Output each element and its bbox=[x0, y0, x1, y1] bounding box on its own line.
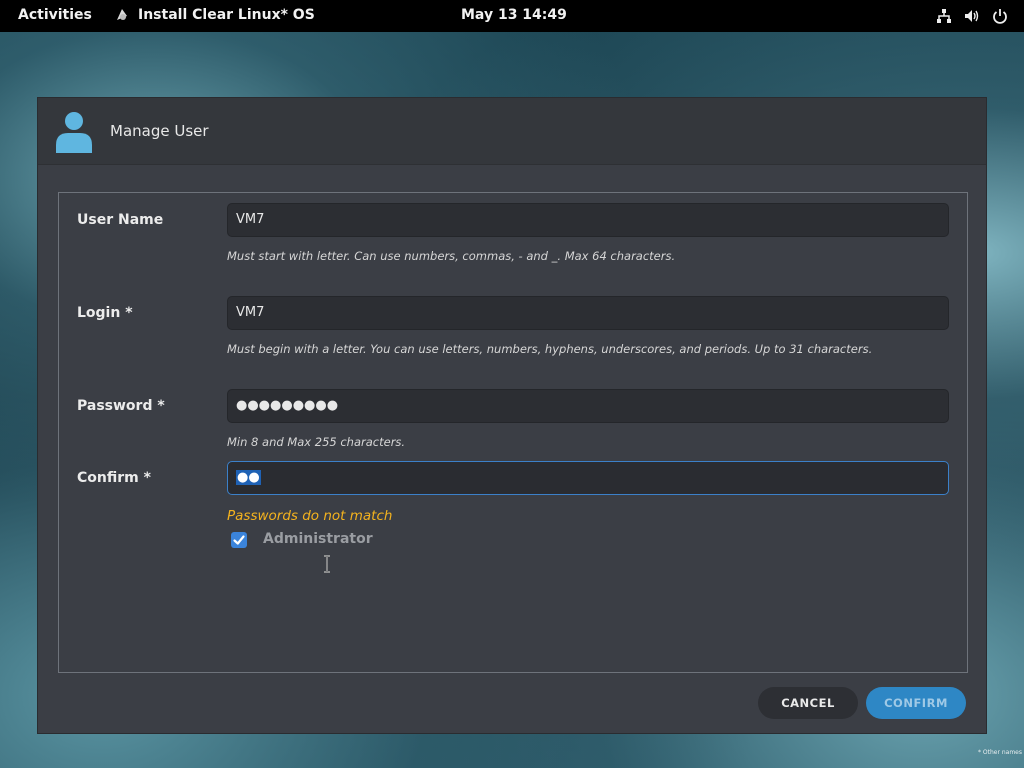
volume-icon[interactable] bbox=[964, 8, 980, 24]
confirm-label: Confirm * bbox=[77, 470, 151, 486]
system-tray[interactable] bbox=[936, 8, 1008, 24]
password-input[interactable]: ●●●●●●●●● bbox=[227, 389, 949, 423]
dialog-header: Manage User bbox=[38, 98, 986, 165]
login-label: Login * bbox=[77, 305, 133, 321]
network-icon[interactable] bbox=[936, 8, 952, 24]
check-icon bbox=[233, 535, 245, 545]
app-icon bbox=[114, 7, 130, 23]
power-icon[interactable] bbox=[992, 8, 1008, 24]
password-hint: Min 8 and Max 255 characters. bbox=[227, 435, 406, 449]
username-hint: Must start with letter. Can use numbers,… bbox=[227, 249, 676, 263]
confirm-button[interactable]: CONFIRM bbox=[866, 687, 966, 719]
ibeam-cursor-icon bbox=[323, 555, 331, 573]
top-bar: Activities Install Clear Linux* OS May 1… bbox=[0, 0, 1024, 32]
corner-note: * Other names bbox=[978, 749, 1022, 756]
login-hint: Must begin with a letter. You can use le… bbox=[227, 342, 873, 356]
app-title: Install Clear Linux* OS bbox=[138, 7, 315, 23]
app-menu[interactable]: Install Clear Linux* OS bbox=[114, 7, 315, 23]
username-input[interactable]: VM7 bbox=[227, 203, 949, 237]
activities-button[interactable]: Activities bbox=[18, 7, 92, 23]
login-input[interactable]: VM7 bbox=[227, 296, 949, 330]
password-label: Password * bbox=[77, 398, 165, 414]
manage-user-dialog: Manage User User Name VM7 Must start wit… bbox=[37, 97, 987, 734]
confirm-input-selection: ●● bbox=[236, 470, 261, 485]
username-label: User Name bbox=[77, 212, 164, 228]
password-mismatch-error: Passwords do not match bbox=[227, 508, 393, 524]
administrator-label[interactable]: Administrator bbox=[263, 531, 373, 547]
clock[interactable]: May 13 14:49 bbox=[461, 7, 567, 23]
user-form: User Name VM7 Must start with letter. Ca… bbox=[58, 192, 968, 673]
user-icon bbox=[55, 111, 93, 153]
dialog-title: Manage User bbox=[110, 122, 209, 140]
administrator-checkbox[interactable] bbox=[231, 532, 247, 548]
cancel-button[interactable]: CANCEL bbox=[758, 687, 858, 719]
confirm-input[interactable]: ●● bbox=[227, 461, 949, 495]
